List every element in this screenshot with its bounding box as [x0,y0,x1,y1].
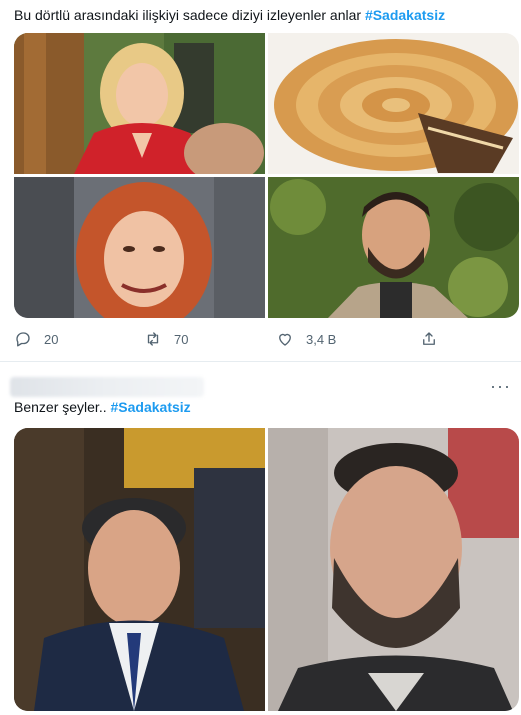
man-in-suit-photo [14,428,265,711]
like-count: 3,4 B [306,331,337,347]
red-haired-woman-photo [14,177,265,318]
blurred-username [10,377,204,397]
reply-icon [16,332,30,347]
tweet-divider [0,361,521,362]
media-grid [14,33,519,318]
reply-button[interactable]: 20 [14,330,58,348]
tweet-text: Bu dörtlü arasındaki ilişkiyi sadece diz… [14,6,445,24]
spiral-pastry-photo [268,33,519,174]
retweet-count: 70 [174,331,189,347]
media-photo-pastry[interactable] [268,33,519,174]
media-photo-man-in-suit[interactable] [14,428,265,711]
like-button[interactable]: 3,4 B [276,330,336,348]
heart-icon [279,333,291,346]
retweet-button[interactable]: 70 [144,330,188,348]
share-icon [423,332,435,345]
bearded-man-photo [268,177,519,318]
crying-bearded-man-photo [268,428,519,711]
media-photo-woman-red[interactable] [14,33,265,174]
hashtag-link[interactable]: #Sadakatsiz [111,399,191,415]
reply-count: 20 [44,331,59,347]
media-photo-crying-man[interactable] [268,428,519,711]
hashtag-link[interactable]: #Sadakatsiz [365,7,445,23]
tweet-body: Benzer şeyler.. [14,399,111,415]
media-photo-red-haired-woman[interactable] [14,177,265,318]
tweet-text: Benzer şeyler.. #Sadakatsiz [14,398,191,416]
more-options-button[interactable]: ··· [490,376,511,397]
retweet-icon [147,332,159,346]
tweet-body: Bu dörtlü arasındaki ilişkiyi sadece diz… [14,7,365,23]
woman-red-dress-photo [14,33,265,174]
share-button[interactable] [420,330,438,348]
media-grid [14,428,519,711]
tweet-actions: 20 70 3,4 B [14,330,504,352]
media-photo-bearded-man[interactable] [268,177,519,318]
